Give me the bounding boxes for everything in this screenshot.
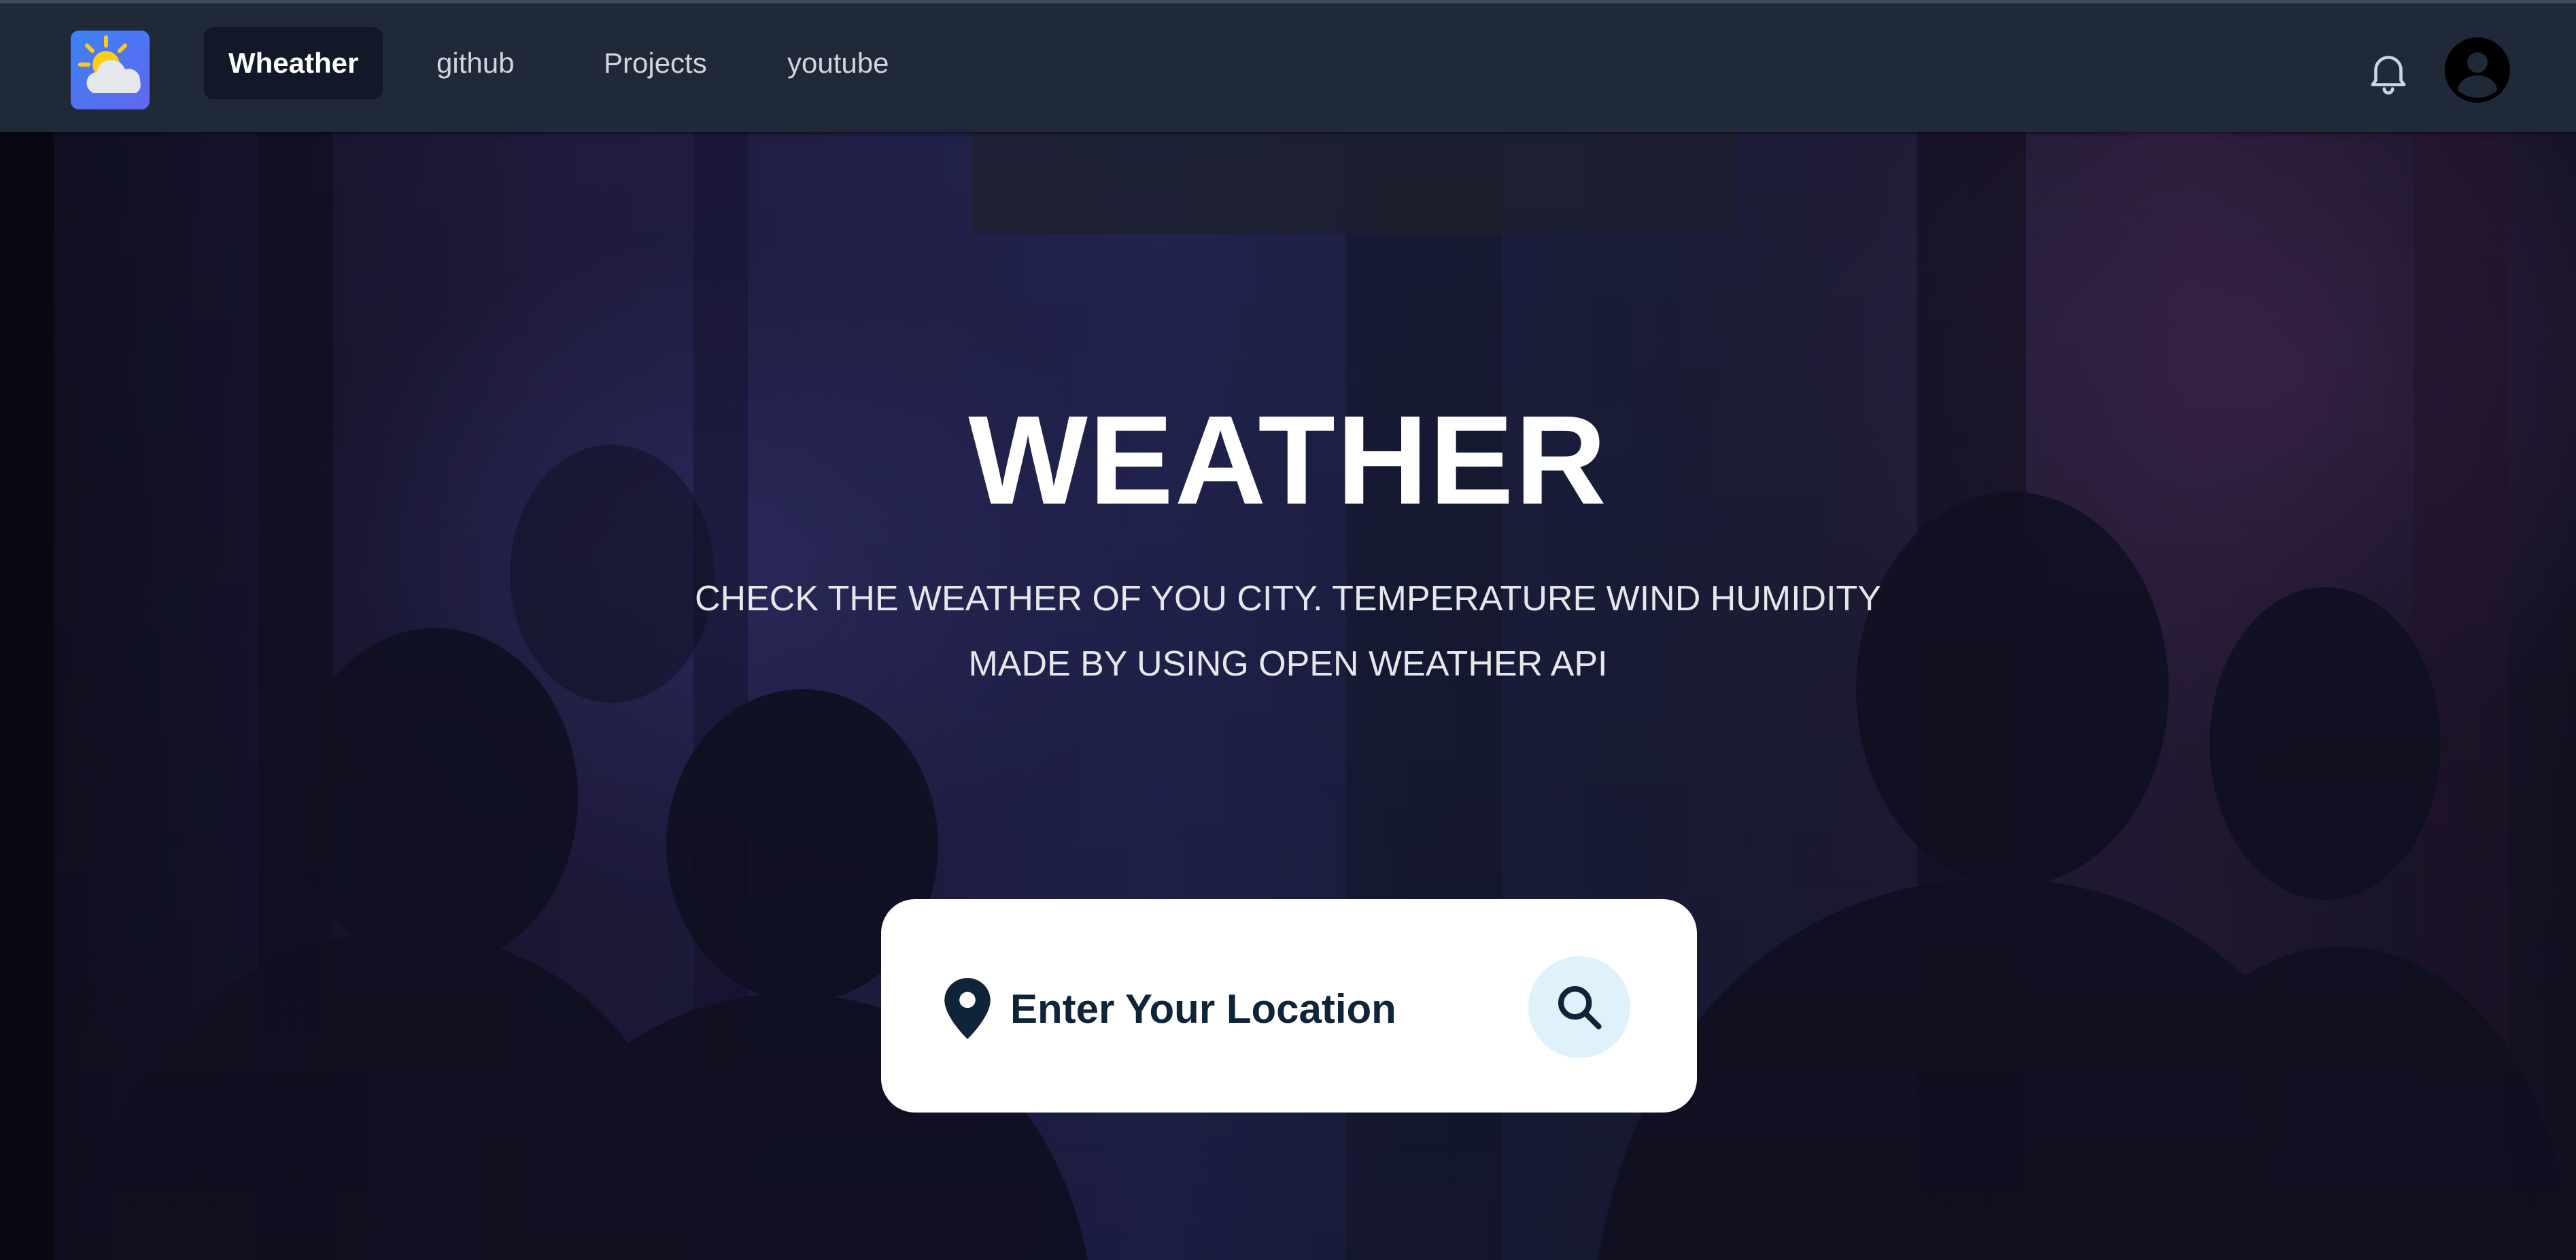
user-avatar-icon — [2445, 37, 2510, 103]
hero-subtitle-line2: MADE BY USING OPEN WEATHER API — [968, 644, 1608, 684]
hero-subtitle-line1: CHECK THE WEATHER OF YOU CITY. TEMPERATU… — [694, 579, 1882, 618]
app-logo[interactable] — [71, 31, 150, 109]
search-button[interactable] — [1528, 956, 1630, 1058]
map-pin-icon — [944, 978, 991, 1039]
location-search-input[interactable] — [1009, 974, 1488, 1043]
search-icon — [1558, 985, 1602, 1030]
hero-title: WEATHER — [968, 390, 1608, 531]
user-profile-button[interactable] — [2445, 37, 2510, 103]
notifications-button[interactable] — [2363, 47, 2414, 97]
nav-link-youtube[interactable]: youtube — [763, 27, 913, 99]
sun-cloud-logo-icon — [78, 35, 141, 93]
nav-link-github[interactable]: github — [412, 27, 538, 99]
nav-link-wheather[interactable]: Wheather — [204, 27, 383, 99]
search-card — [881, 899, 1697, 1113]
nav-link-projects[interactable]: Projects — [579, 27, 732, 99]
hero-section: WEATHER CHECK THE WEATHER OF YOU CITY. T… — [0, 132, 2576, 1260]
top-navbar: Wheather github Projects youtube — [0, 0, 2576, 132]
bell-icon — [2371, 56, 2406, 95]
